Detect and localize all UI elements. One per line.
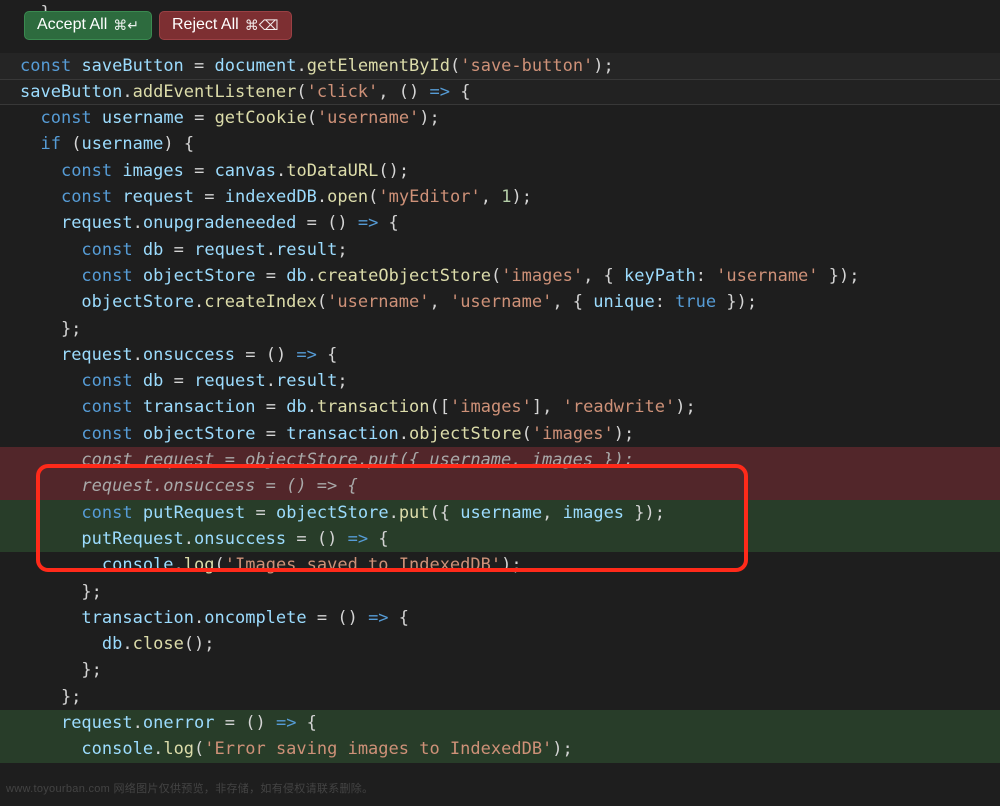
code-line: const objectStore = transaction.objectSt… xyxy=(0,421,1000,447)
watermark-text: www.toyourban.com 网络图片仅供预览，非存储，如有侵权请联系删除… xyxy=(6,776,373,802)
code-line: const db = request.result; xyxy=(0,368,1000,394)
code-line: const objectStore = db.createObjectStore… xyxy=(0,263,1000,289)
reject-all-shortcut: ⌘⌫ xyxy=(245,17,279,34)
code-line: console.log('Images saved to IndexedDB')… xyxy=(0,552,1000,578)
diff-removed-line: const request = objectStore.put({ userna… xyxy=(0,447,1000,473)
code-line: request.onupgradeneeded = () => { xyxy=(0,210,1000,236)
diff-added-line: putRequest.onsuccess = () => { xyxy=(0,526,1000,552)
code-line: }; xyxy=(0,684,1000,710)
diff-removed-line: request.onsuccess = () => { xyxy=(0,473,1000,499)
accept-all-button[interactable]: Accept All ⌘↵ xyxy=(24,11,152,40)
code-block: } const saveButton = document.getElement… xyxy=(0,0,1000,763)
code-line: const saveButton = document.getElementBy… xyxy=(0,53,1000,79)
code-line: const request = indexedDB.open('myEditor… xyxy=(0,184,1000,210)
code-line: }; xyxy=(0,579,1000,605)
diff-added-line: request.onerror = () => { xyxy=(0,710,1000,736)
accept-all-label: Accept All xyxy=(37,16,107,34)
reject-all-label: Reject All xyxy=(172,16,239,34)
code-line: const transaction = db.transaction(['ima… xyxy=(0,394,1000,420)
code-line: request.onsuccess = () => { xyxy=(0,342,1000,368)
diff-added-line: const putRequest = objectStore.put({ use… xyxy=(0,500,1000,526)
code-line: const db = request.result; xyxy=(0,237,1000,263)
code-line: transaction.oncomplete = () => { xyxy=(0,605,1000,631)
code-line: const images = canvas.toDataURL(); xyxy=(0,158,1000,184)
diff-toolbar: Accept All ⌘↵ Reject All ⌘⌫ xyxy=(24,11,292,40)
code-line: const username = getCookie('username'); xyxy=(0,105,1000,131)
code-line: }; xyxy=(0,316,1000,342)
code-editor[interactable]: } const saveButton = document.getElement… xyxy=(0,0,1000,806)
code-line: }; xyxy=(0,657,1000,683)
code-line: if (username) { xyxy=(0,131,1000,157)
reject-all-button[interactable]: Reject All ⌘⌫ xyxy=(159,11,292,40)
accept-all-shortcut: ⌘↵ xyxy=(113,17,139,34)
code-line: objectStore.createIndex('username', 'use… xyxy=(0,289,1000,315)
diff-added-line: console.log('Error saving images to Inde… xyxy=(0,736,1000,762)
code-line: saveButton.addEventListener('click', () … xyxy=(0,79,1000,105)
code-line: db.close(); xyxy=(0,631,1000,657)
